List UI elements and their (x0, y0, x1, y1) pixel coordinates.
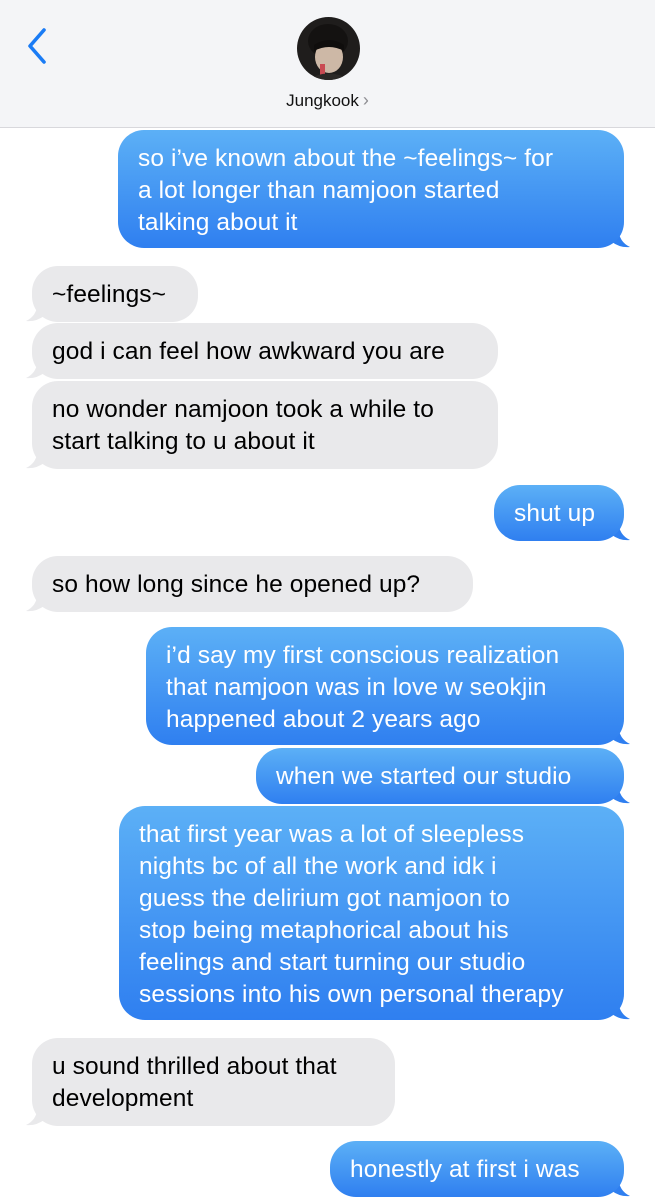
sent-message-bubble[interactable]: when we started our studio (256, 748, 624, 804)
message-line: development (52, 1085, 194, 1112)
message-line: shut up (514, 500, 596, 527)
sent-message-bubble[interactable]: shut up (494, 485, 624, 541)
message-line: u sound thrilled about that (52, 1053, 337, 1080)
message-line: so i’ve known about the ~feelings~ for (138, 145, 554, 172)
conversation-header: Jungkook › (0, 0, 655, 128)
message-line: when we started our studio (276, 763, 572, 790)
received-message-bubble[interactable]: u sound thrilled about that development (32, 1038, 395, 1126)
back-button[interactable] (22, 26, 54, 66)
message-line: nights bc of all the work and idk i (139, 853, 497, 880)
contact-name-button[interactable]: Jungkook › (0, 90, 655, 111)
message-line: no wonder namjoon took a while to (52, 396, 434, 423)
message-line: so how long since he opened up? (52, 571, 421, 598)
message-line: a lot longer than namjoon started (138, 177, 500, 204)
contact-name: Jungkook (286, 91, 359, 110)
contact-avatar[interactable] (297, 17, 360, 80)
received-message-bubble[interactable]: no wonder namjoon took a while to start t… (32, 381, 498, 469)
chevron-right-icon: › (362, 90, 369, 110)
message-line: that namjoon was in love w seokjin (166, 674, 547, 701)
sent-message-bubble[interactable]: that first year was a lot of sleepless ni… (119, 806, 624, 1020)
message-line: talking about it (138, 209, 298, 236)
received-message-bubble[interactable]: ~feelings~ (32, 266, 198, 322)
message-line: stop being metaphorical about his (139, 917, 509, 944)
sent-message-bubble[interactable]: i’d say my first conscious realization th… (146, 627, 624, 745)
message-line: happened about 2 years ago (166, 706, 481, 733)
message-line: honestly at first i was (350, 1156, 580, 1183)
message-line: start talking to u about it (52, 428, 315, 455)
received-message-bubble[interactable]: god i can feel how awkward you are (32, 323, 498, 379)
message-line: i’d say my first conscious realization (166, 642, 560, 669)
message-line: guess the delirium got namjoon to (139, 885, 511, 912)
message-line: that first year was a lot of sleepless (139, 821, 525, 848)
message-line: god i can feel how awkward you are (52, 338, 445, 365)
message-line: feelings and start turning our studio (139, 949, 526, 976)
received-message-bubble[interactable]: so how long since he opened up? (32, 556, 473, 612)
chevron-left-icon (28, 28, 46, 64)
sent-message-bubble[interactable]: honestly at first i was (330, 1141, 624, 1197)
sent-message-bubble[interactable]: so i’ve known about the ~feelings~ for a … (118, 130, 624, 248)
message-line: ~feelings~ (52, 281, 167, 308)
message-line: sessions into his own personal therapy (139, 981, 564, 1008)
